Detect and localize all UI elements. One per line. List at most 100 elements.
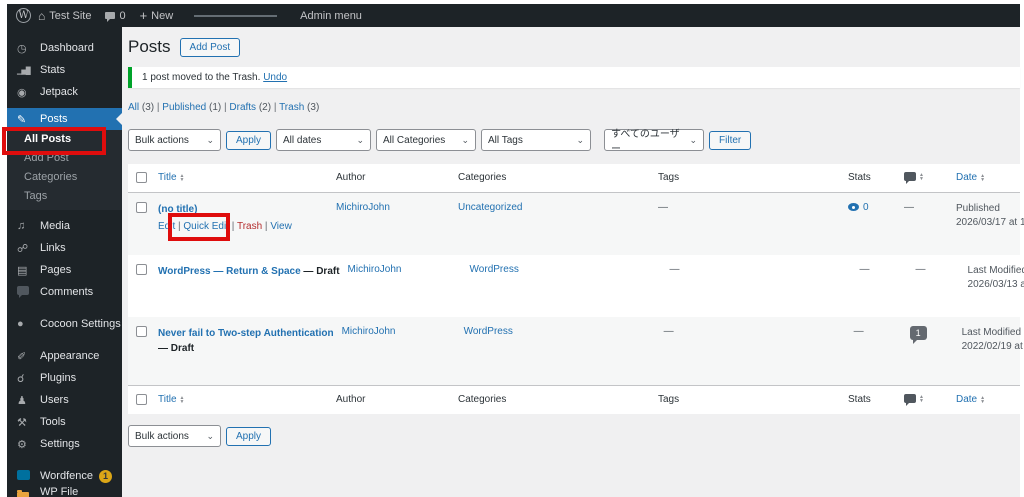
sidebar-item-comments[interactable]: Comments bbox=[7, 281, 122, 303]
bottom-toolbar: Bulk actions ⌄ Apply bbox=[128, 425, 1020, 447]
column-label: Title bbox=[158, 172, 177, 183]
row-checkbox[interactable] bbox=[136, 264, 147, 275]
sort-comments-header[interactable]: ▲ ▼ bbox=[904, 172, 924, 184]
apply-button[interactable]: Apply bbox=[226, 130, 272, 150]
sidebar-item-cocoon-settings[interactable]: Cocoon Settings bbox=[7, 313, 122, 335]
sidebar-item-media[interactable]: Media bbox=[7, 215, 122, 237]
row-checkbox[interactable] bbox=[136, 202, 147, 213]
sidebar-item-settings[interactable]: Settings bbox=[7, 433, 122, 455]
filter-button[interactable]: Filter bbox=[709, 130, 752, 150]
bulk-actions-select[interactable]: Bulk actions ⌄ bbox=[128, 425, 221, 447]
stats-value: — bbox=[859, 264, 870, 275]
sort-title-header[interactable]: Title ▲ ▼ bbox=[158, 394, 184, 405]
date-status: Last Modified bbox=[961, 327, 1022, 338]
sidebar-label: Tools bbox=[40, 416, 66, 428]
bulk-actions-select[interactable]: Bulk actions ⌄ bbox=[128, 129, 221, 151]
media-icon bbox=[17, 220, 40, 232]
view-link-published[interactable]: Published (1) bbox=[162, 102, 229, 113]
sidebar-item-jetpack[interactable]: Jetpack bbox=[7, 81, 122, 103]
sidebar-item-all-posts[interactable]: All Posts bbox=[7, 130, 122, 149]
row-checkbox[interactable] bbox=[136, 326, 147, 337]
add-post-button[interactable]: Add Post bbox=[179, 37, 241, 57]
sidebar-item-add-post[interactable]: Add Post bbox=[7, 149, 122, 168]
sidebar-item-stats[interactable]: Stats bbox=[7, 59, 122, 81]
sort-arrows-icon: ▲ ▼ bbox=[919, 393, 924, 404]
admin-menu-item[interactable]: Admin menu bbox=[293, 4, 369, 27]
view-link-drafts[interactable]: Drafts (2) bbox=[229, 102, 279, 113]
all-tags-select[interactable]: All Tags ⌄ bbox=[481, 129, 592, 151]
all-dates-select[interactable]: All dates ⌄ bbox=[276, 129, 372, 151]
sort-arrows-icon: ▲ ▼ bbox=[179, 394, 185, 405]
sidebar-label: Dashboard bbox=[40, 42, 94, 54]
sidebar-item-tools[interactable]: Tools bbox=[7, 411, 122, 433]
date-status: Last Modified bbox=[967, 265, 1024, 276]
view-link-all[interactable]: All (3) bbox=[128, 102, 162, 113]
post-title-link[interactable]: WordPress — Return & Space — Draft bbox=[158, 266, 340, 277]
sidebar-item-tags[interactable]: Tags bbox=[7, 187, 122, 206]
column-label: Date bbox=[956, 172, 978, 183]
select-all-checkbox[interactable] bbox=[136, 394, 147, 405]
sidebar-item-wp-file-manager[interactable]: WP File Manager bbox=[7, 486, 122, 497]
sidebar-label: Posts bbox=[40, 113, 68, 125]
comment-bubble-icon bbox=[17, 286, 40, 298]
post-state: — Draft bbox=[303, 266, 340, 277]
sort-date-header[interactable]: Date ▲ ▼ bbox=[956, 172, 985, 183]
sidebar-label: Pages bbox=[40, 264, 72, 276]
date-value: 2022/02/19 at 2 bbox=[961, 341, 1024, 352]
category-link[interactable]: WordPress bbox=[470, 264, 519, 275]
list-toolbar: Bulk actions ⌄ Apply All dates ⌄ All Cat… bbox=[128, 129, 1020, 155]
plugin-icon bbox=[17, 372, 40, 385]
undo-link[interactable]: Undo bbox=[263, 72, 287, 83]
author-link[interactable]: MichiroJohn bbox=[348, 264, 402, 275]
sidebar-item-plugins[interactable]: Plugins bbox=[7, 367, 122, 389]
author-column-header: Author bbox=[336, 394, 366, 405]
category-link[interactable]: Uncategorized bbox=[458, 202, 522, 213]
author-link[interactable]: MichiroJohn bbox=[336, 202, 390, 213]
sidebar-item-users[interactable]: Users bbox=[7, 389, 122, 411]
trash-link[interactable]: Trash bbox=[237, 221, 270, 232]
admin-bar: W ⌂ Test Site 0 + New Admin menu bbox=[7, 4, 1020, 27]
sidebar-item-pages[interactable]: Pages bbox=[7, 259, 122, 281]
sort-comments-header[interactable]: ▲ ▼ bbox=[904, 393, 924, 406]
post-title-text: Never fail to Two-step Authentication bbox=[158, 328, 334, 339]
sidebar-item-dashboard[interactable]: Dashboard bbox=[7, 37, 122, 59]
post-title-link[interactable]: Never fail to Two-step Authentication — … bbox=[158, 328, 334, 356]
admin-bar-comments[interactable]: 0 bbox=[98, 4, 132, 27]
posts-table: Title ▲ ▼ Author Categories Tags Stats ▲ ▼ … bbox=[128, 164, 1024, 414]
sort-title-header[interactable]: Title ▲ ▼ bbox=[158, 172, 184, 183]
admin-bar-new[interactable]: + New bbox=[133, 4, 181, 27]
wordpress-logo-icon[interactable]: W bbox=[16, 8, 31, 23]
view-link[interactable]: View bbox=[270, 221, 292, 232]
redacted-text bbox=[194, 14, 278, 17]
category-link[interactable]: WordPress bbox=[464, 326, 513, 337]
sidebar-item-links[interactable]: Links bbox=[7, 237, 122, 259]
sidebar-item-appearance[interactable]: Appearance bbox=[7, 345, 122, 367]
new-label: New bbox=[151, 9, 174, 22]
select-value: Bulk actions bbox=[135, 430, 189, 442]
all-users-select[interactable]: すべてのユーザー ⌄ bbox=[604, 129, 705, 155]
sidebar-item-wordfence[interactable]: Wordfence 1 bbox=[7, 465, 122, 487]
sort-date-header[interactable]: Date ▲ ▼ bbox=[956, 394, 985, 405]
apply-button[interactable]: Apply bbox=[226, 426, 272, 446]
view-count: (2) bbox=[258, 102, 272, 113]
table-row: (no title) EditQuick EditTrashView Michi… bbox=[128, 193, 1024, 255]
sidebar-item-posts[interactable]: Posts bbox=[7, 108, 122, 130]
all-categories-select[interactable]: All Categories ⌄ bbox=[376, 129, 477, 151]
select-value: All dates bbox=[283, 134, 322, 146]
edit-link[interactable]: Edit bbox=[158, 221, 183, 232]
view-label: All bbox=[128, 102, 140, 113]
quick-edit-link[interactable]: Quick Edit bbox=[183, 221, 237, 232]
view-link-trash[interactable]: Trash (3) bbox=[279, 102, 319, 113]
post-title-link[interactable]: (no title) bbox=[158, 204, 197, 215]
comments-value: — bbox=[915, 264, 926, 275]
comment-count-bubble[interactable]: 1 bbox=[909, 326, 927, 344]
select-value: Bulk actions bbox=[135, 134, 189, 146]
view-count: (3) bbox=[307, 102, 320, 113]
author-link[interactable]: MichiroJohn bbox=[342, 326, 396, 337]
comment-bubble-icon bbox=[904, 394, 916, 406]
sidebar-item-categories[interactable]: Categories bbox=[7, 168, 122, 187]
views-count[interactable]: 0 bbox=[863, 202, 869, 213]
table-row: Never fail to Two-step Authentication — … bbox=[128, 317, 1024, 385]
select-all-checkbox[interactable] bbox=[136, 172, 147, 183]
site-menu[interactable]: ⌂ Test Site bbox=[31, 4, 98, 27]
